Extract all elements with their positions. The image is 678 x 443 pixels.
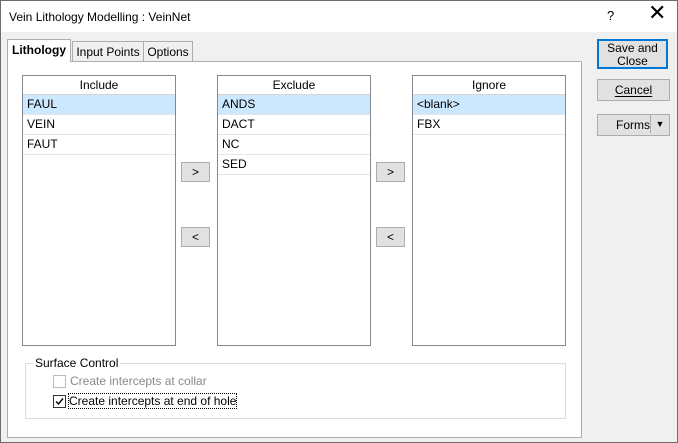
collar-checkbox[interactable] bbox=[53, 375, 66, 388]
tab-lithology[interactable]: Lithology bbox=[7, 39, 71, 62]
list-item[interactable]: FAUL bbox=[23, 95, 175, 115]
list-item[interactable]: FBX bbox=[413, 115, 565, 135]
list-item[interactable]: ANDS bbox=[218, 95, 370, 115]
window-title: Vein Lithology Modelling : VeinNet bbox=[9, 10, 191, 24]
list-item[interactable]: FAUT bbox=[23, 135, 175, 155]
save-and-close-button[interactable]: Save and Close bbox=[597, 39, 668, 69]
chevron-down-icon: ▼ bbox=[655, 119, 665, 129]
cancel-button[interactable]: Cancel bbox=[597, 79, 670, 101]
exclude-list-header: Exclude bbox=[218, 76, 370, 95]
surface-control-label: Surface Control bbox=[33, 356, 121, 370]
list-item[interactable]: NC bbox=[218, 135, 370, 155]
tab-options[interactable]: Options bbox=[143, 41, 193, 62]
move-to-include-button[interactable]: < bbox=[181, 227, 210, 247]
tab-input-points[interactable]: Input Points bbox=[72, 41, 144, 62]
include-list[interactable]: Include FAUL VEIN FAUT bbox=[22, 75, 176, 346]
title-bar: Vein Lithology Modelling : VeinNet ? ✕ bbox=[1, 1, 677, 32]
list-item[interactable]: DACT bbox=[218, 115, 370, 135]
cancel-label: Cancel bbox=[614, 83, 653, 97]
collar-checkbox-label[interactable]: Create intercepts at collar bbox=[70, 374, 207, 388]
move-to-ignore-button[interactable]: > bbox=[376, 162, 405, 182]
save-and-close-label: Save and Close bbox=[607, 41, 658, 68]
end-of-hole-checkbox-label[interactable]: Create intercepts at end of hole bbox=[67, 393, 238, 409]
move-to-exclude-button[interactable]: > bbox=[181, 162, 210, 182]
help-button[interactable]: ? bbox=[607, 8, 614, 23]
forms-dropdown-arrow[interactable]: ▼ bbox=[650, 115, 669, 133]
forms-label: Forms bbox=[616, 118, 650, 132]
list-item[interactable]: VEIN bbox=[23, 115, 175, 135]
include-list-header: Include bbox=[23, 76, 175, 95]
tab-options-label: Options bbox=[147, 45, 189, 59]
list-item[interactable]: <blank> bbox=[413, 95, 565, 115]
list-item[interactable]: SED bbox=[218, 155, 370, 175]
move-from-ignore-button[interactable]: < bbox=[376, 227, 405, 247]
end-of-hole-checkbox[interactable] bbox=[53, 395, 66, 408]
check-icon bbox=[55, 398, 64, 406]
exclude-list[interactable]: Exclude ANDS DACT NC SED bbox=[217, 75, 371, 346]
close-button[interactable]: ✕ bbox=[648, 3, 666, 25]
dialog-window: Vein Lithology Modelling : VeinNet ? ✕ L… bbox=[0, 0, 678, 443]
ignore-list[interactable]: Ignore <blank> FBX bbox=[412, 75, 566, 346]
ignore-list-header: Ignore bbox=[413, 76, 565, 95]
tab-lithology-label: Lithology bbox=[12, 43, 66, 57]
surface-control-group bbox=[25, 363, 566, 419]
tab-input-points-label: Input Points bbox=[76, 45, 140, 59]
